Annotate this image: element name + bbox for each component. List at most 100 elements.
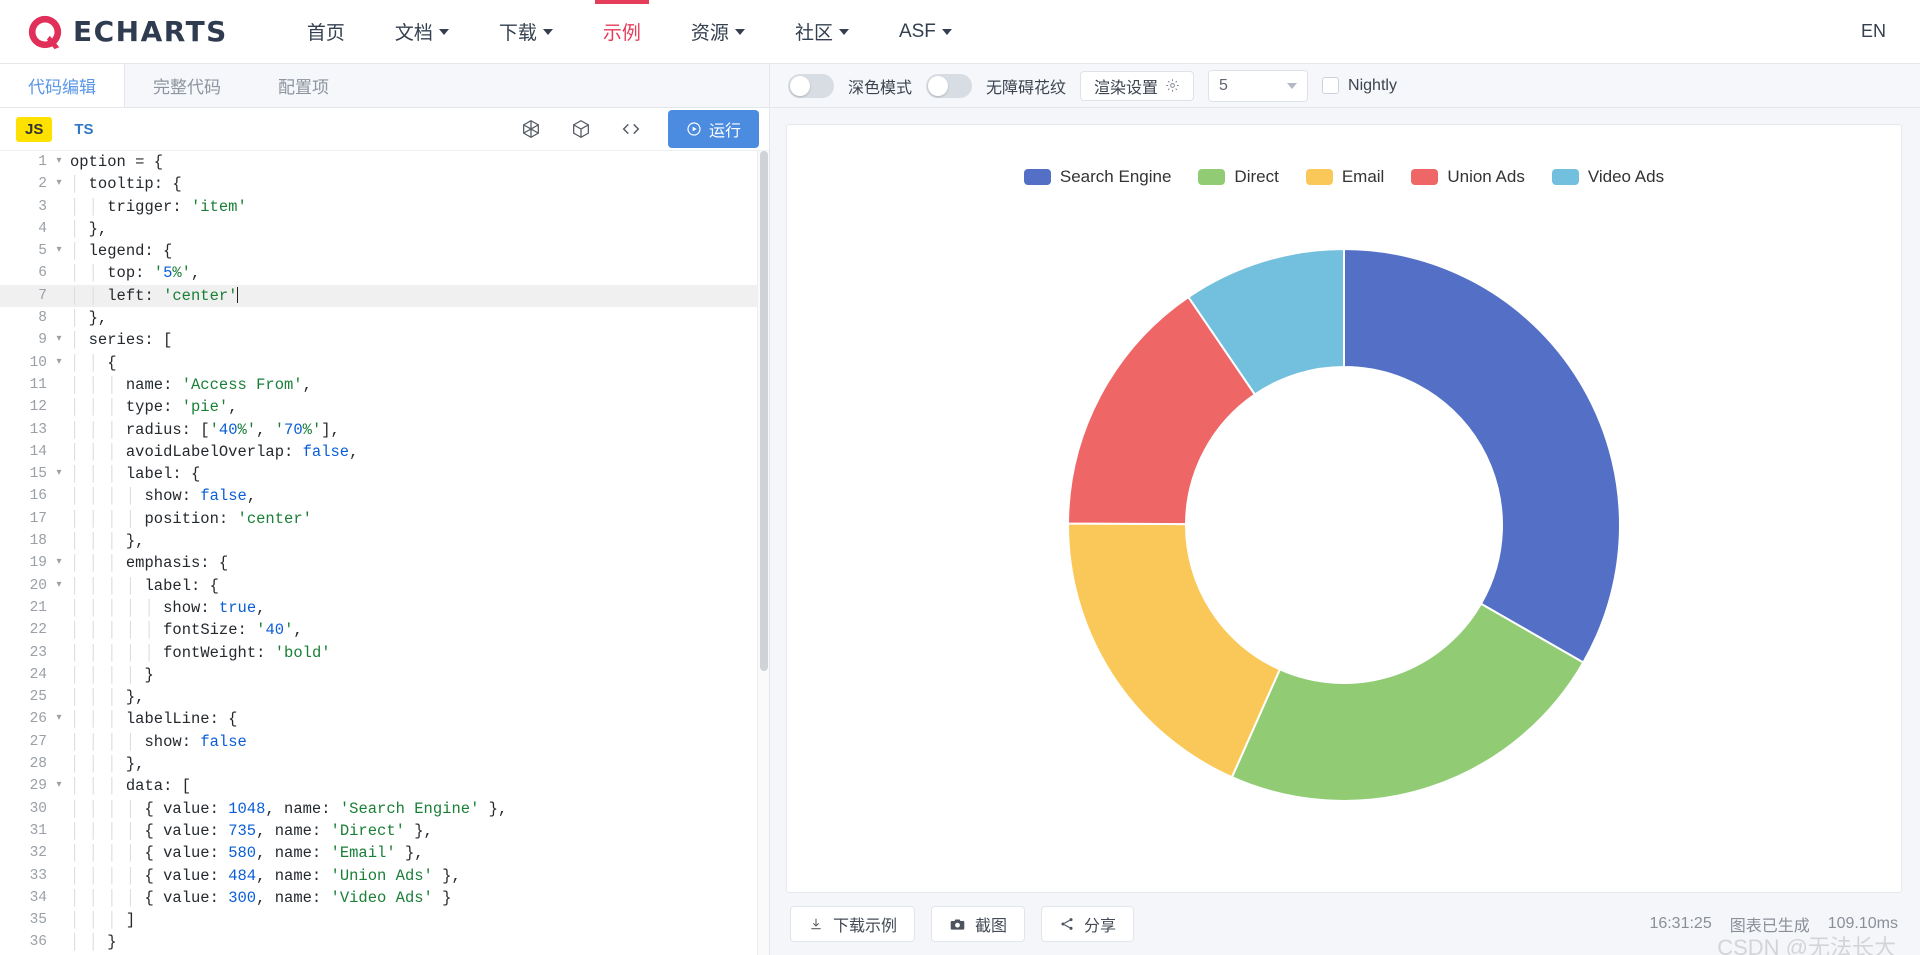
cube-icon[interactable] bbox=[568, 116, 594, 142]
nightly-checkbox-row[interactable]: Nightly bbox=[1322, 77, 1397, 95]
download-example-button[interactable]: 下载示例 bbox=[790, 906, 915, 942]
preview-toolbar: 深色模式 无障碍花纹 渲染设置 5 Nightly bbox=[770, 64, 1920, 108]
fold-toggle-icon[interactable]: ▾ bbox=[52, 151, 66, 173]
pie-slice[interactable] bbox=[1344, 249, 1620, 663]
pie-slice[interactable] bbox=[1232, 603, 1583, 800]
line-number: 11 bbox=[0, 374, 52, 396]
code-line[interactable]: 18│ │ │ }, bbox=[0, 530, 769, 552]
version-select[interactable]: 5 bbox=[1208, 70, 1308, 102]
fold-toggle-icon[interactable]: ▾ bbox=[52, 775, 66, 797]
render-settings-button[interactable]: 渲染设置 bbox=[1080, 71, 1194, 101]
code-line[interactable]: 24│ │ │ │ } bbox=[0, 664, 769, 686]
code-line[interactable]: 27│ │ │ │ show: false bbox=[0, 731, 769, 753]
code-brackets-icon[interactable] bbox=[618, 116, 644, 142]
tab-label: 代码编辑 bbox=[28, 73, 96, 98]
code-line[interactable]: 35│ │ │ ] bbox=[0, 909, 769, 931]
fold-toggle-icon[interactable]: ▾ bbox=[52, 575, 66, 597]
nav-item-label: 社区 bbox=[795, 18, 833, 45]
legend-item[interactable]: Union Ads bbox=[1411, 167, 1525, 187]
code-line[interactable]: 10▾│ │ { bbox=[0, 352, 769, 374]
fold-toggle-icon[interactable]: ▾ bbox=[52, 329, 66, 351]
share-button[interactable]: 分享 bbox=[1041, 906, 1134, 942]
code-line[interactable]: 26▾│ │ │ labelLine: { bbox=[0, 708, 769, 730]
nav-item-download[interactable]: 下载 bbox=[474, 0, 578, 64]
code-line[interactable]: 34│ │ │ │ { value: 300, name: 'Video Ads… bbox=[0, 887, 769, 909]
nav-item-community[interactable]: 社区 bbox=[770, 0, 874, 64]
code-line[interactable]: 4│ }, bbox=[0, 218, 769, 240]
code-line[interactable]: 31│ │ │ │ { value: 735, name: 'Direct' }… bbox=[0, 820, 769, 842]
code-line[interactable]: 3│ │ trigger: 'item' bbox=[0, 196, 769, 218]
code-line[interactable]: 29▾│ │ │ data: [ bbox=[0, 775, 769, 797]
nightly-checkbox[interactable] bbox=[1322, 77, 1339, 94]
editor-pane: 代码编辑 完整代码 配置项 JS TS bbox=[0, 64, 770, 955]
code-line[interactable]: 9▾│ series: [ bbox=[0, 329, 769, 351]
legend-label: Search Engine bbox=[1060, 167, 1172, 187]
editor-scrollbar-thumb[interactable] bbox=[760, 151, 768, 671]
code-line[interactable]: 32│ │ │ │ { value: 580, name: 'Email' }, bbox=[0, 842, 769, 864]
chart-card[interactable]: Search Engine Direct Email Union Ads Video A… bbox=[786, 124, 1902, 893]
legend-item[interactable]: Direct bbox=[1198, 167, 1278, 187]
fold-toggle-icon[interactable]: ▾ bbox=[52, 552, 66, 574]
code-line[interactable]: 28│ │ │ }, bbox=[0, 753, 769, 775]
tab-options[interactable]: 配置项 bbox=[250, 64, 358, 107]
legend-item[interactable]: Email bbox=[1306, 167, 1385, 187]
nav-item-resources[interactable]: 资源 bbox=[666, 0, 770, 64]
line-number: 15 bbox=[0, 463, 52, 485]
tab-code-editor[interactable]: 代码编辑 bbox=[0, 64, 125, 107]
lang-toggle-ts[interactable]: TS bbox=[74, 121, 93, 138]
screenshot-button[interactable]: 截图 bbox=[931, 906, 1025, 942]
code-line[interactable]: 21│ │ │ │ │ show: true, bbox=[0, 597, 769, 619]
code-line[interactable]: 19▾│ │ │ emphasis: { bbox=[0, 552, 769, 574]
code-line[interactable]: 25│ │ │ }, bbox=[0, 686, 769, 708]
nav-item-docs[interactable]: 文档 bbox=[370, 0, 474, 64]
code-text: │ │ │ │ show: false bbox=[66, 731, 247, 753]
code-line[interactable]: 30│ │ │ │ { value: 1048, name: 'Search E… bbox=[0, 798, 769, 820]
code-line[interactable]: 2▾│ tooltip: { bbox=[0, 173, 769, 195]
code-line[interactable]: 14│ │ │ avoidLabelOverlap: false, bbox=[0, 441, 769, 463]
code-text: │ │ │ radius: ['40%', '70%'], bbox=[66, 419, 340, 441]
brand-logo-link[interactable]: ECHARTS bbox=[26, 13, 228, 51]
pie-slice[interactable] bbox=[1068, 523, 1280, 777]
legend-item[interactable]: Search Engine bbox=[1024, 167, 1172, 187]
code-line[interactable]: 33│ │ │ │ { value: 484, name: 'Union Ads… bbox=[0, 865, 769, 887]
code-line[interactable]: 20▾│ │ │ │ label: { bbox=[0, 575, 769, 597]
fold-toggle-icon[interactable]: ▾ bbox=[52, 708, 66, 730]
fold-toggle-icon[interactable]: ▾ bbox=[52, 240, 66, 262]
legend-item[interactable]: Video Ads bbox=[1552, 167, 1664, 187]
code-line[interactable]: 13│ │ │ radius: ['40%', '70%'], bbox=[0, 419, 769, 441]
code-line[interactable]: 5▾│ legend: { bbox=[0, 240, 769, 262]
code-line[interactable]: 17│ │ │ │ position: 'center' bbox=[0, 508, 769, 530]
code-line[interactable]: 1▾option = { bbox=[0, 151, 769, 173]
donut-chart[interactable] bbox=[994, 235, 1694, 855]
code-line[interactable]: 8│ }, bbox=[0, 307, 769, 329]
fold-toggle-icon[interactable]: ▾ bbox=[52, 463, 66, 485]
fold-toggle-icon[interactable]: ▾ bbox=[52, 173, 66, 195]
legend-label: Email bbox=[1342, 167, 1385, 187]
accessibility-pattern-toggle[interactable] bbox=[926, 74, 972, 98]
cube-wire-icon[interactable] bbox=[518, 116, 544, 142]
language-switcher[interactable]: EN bbox=[1861, 21, 1894, 42]
run-button[interactable]: 运行 bbox=[668, 110, 759, 148]
code-line[interactable]: 16│ │ │ │ show: false, bbox=[0, 485, 769, 507]
editor-tabbar: 代码编辑 完整代码 配置项 bbox=[0, 64, 769, 108]
code-line[interactable]: 22│ │ │ │ │ fontSize: '40', bbox=[0, 619, 769, 641]
nav-item-home[interactable]: 首页 bbox=[282, 0, 370, 64]
code-line[interactable]: 15▾│ │ │ label: { bbox=[0, 463, 769, 485]
code-line[interactable]: 11│ │ │ name: 'Access From', bbox=[0, 374, 769, 396]
code-line[interactable]: 23│ │ │ │ │ fontWeight: 'bold' bbox=[0, 642, 769, 664]
fold-toggle-icon[interactable]: ▾ bbox=[52, 352, 66, 374]
dark-mode-toggle[interactable] bbox=[788, 74, 834, 98]
code-line[interactable]: 12│ │ │ type: 'pie', bbox=[0, 396, 769, 418]
nav-item-asf[interactable]: ASF bbox=[874, 0, 977, 64]
editor-scrollbar[interactable] bbox=[757, 151, 769, 955]
nav-item-examples[interactable]: 示例 bbox=[578, 0, 666, 64]
code-editor[interactable]: 1▾option = {2▾│ tooltip: {3│ │ trigger: … bbox=[0, 151, 769, 955]
chart-legend[interactable]: Search Engine Direct Email Union Ads Video A… bbox=[787, 167, 1901, 187]
code-line[interactable]: 36│ │ } bbox=[0, 931, 769, 953]
lang-toggle-js[interactable]: JS bbox=[16, 117, 52, 142]
code-text: │ │ │ │ show: false, bbox=[66, 485, 256, 507]
code-line[interactable]: 7│ │ left: 'center' bbox=[0, 285, 769, 307]
code-line[interactable]: 6│ │ top: '5%', bbox=[0, 262, 769, 284]
tab-full-code[interactable]: 完整代码 bbox=[125, 64, 250, 107]
code-lines[interactable]: 1▾option = {2▾│ tooltip: {3│ │ trigger: … bbox=[0, 151, 769, 954]
